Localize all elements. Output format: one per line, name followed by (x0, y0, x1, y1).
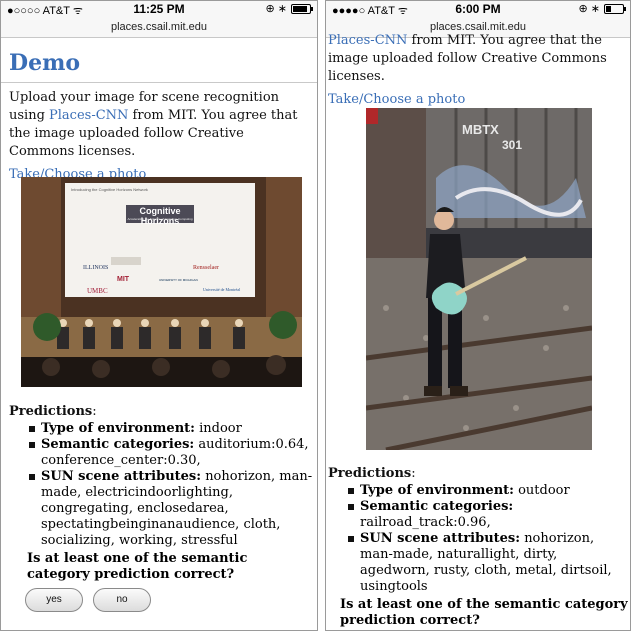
prediction-environment: Type of environment: indoor (29, 421, 313, 437)
slide-logo-michigan: UNIVERSITY OF MICHIGAN (159, 278, 198, 282)
prediction-key: Type of environment: (41, 421, 195, 436)
prediction-semantic-categories: Semantic categories: railroad_track:0.96… (348, 499, 628, 531)
prediction-sun-attributes: SUN scene attributes: nohorizon, man-mad… (29, 469, 313, 549)
predictions-list: Type of environment: indoor Semantic cat… (9, 421, 313, 549)
feedback-buttons: yes no (25, 587, 313, 612)
page-title: Demo (1, 38, 317, 83)
slide-logo-umbc: UMBC (87, 287, 108, 295)
boxcar-number: 301 (502, 138, 523, 152)
predictions-section: Predictions: Type of environment: indoor… (9, 404, 313, 612)
slide-banner-title: Cognitive Horizons (139, 206, 181, 226)
yes-button[interactable]: yes (25, 588, 83, 612)
predictions-list: Type of environment: outdoor Semantic ca… (328, 483, 628, 595)
uploaded-photo-auditorium: Introducing the Cognitive Horizons Netwo… (21, 177, 302, 387)
prediction-value: railroad_track:0.96, (360, 515, 491, 530)
predictions-label: Predictions (328, 466, 412, 481)
phone-screenshot-left: ●○○○○ AT&T ᯤ 11:25 PM ⊕ ∗ places.csail.m… (0, 0, 318, 631)
prediction-value: outdoor (518, 483, 570, 498)
slide-logo-illinois: ILLINOIS (83, 265, 109, 271)
prediction-environment: Type of environment: outdoor (348, 483, 628, 499)
feedback-question: Is at least one of the semantic category… (27, 551, 248, 582)
prediction-semantic-categories: Semantic categories: auditorium:0.64, co… (29, 437, 313, 469)
slide-banner-subtitle: Accelerating the Science of Cognitive Co… (127, 217, 193, 221)
slide-logo-rensselaer: Rensselaer (193, 265, 219, 271)
prediction-sun-attributes: SUN scene attributes: nohorizon, man-mad… (348, 531, 628, 595)
railroad-scene (366, 108, 592, 450)
address-bar[interactable]: places.csail.mit.edu (1, 17, 317, 38)
intro-text: Upload your image for scene recognition … (1, 83, 317, 161)
slide-heading: Introducing the Cognitive Horizons Netwo… (71, 187, 148, 192)
page-content: Demo Upload your image for scene recogni… (1, 38, 317, 630)
prediction-key: SUN scene attributes: (41, 469, 202, 484)
intro-text: Places-CNN from MIT. You agree that the … (326, 26, 630, 86)
boxcar-lettering: MBTX (462, 122, 499, 137)
status-icons: ⊕ ∗ (265, 2, 313, 15)
feedback-question: Is at least one of the semantic category… (340, 597, 628, 628)
prediction-key: Type of environment: (360, 483, 514, 498)
slide-logo-mit: MIT (117, 276, 130, 283)
prediction-value: indoor (199, 421, 242, 436)
no-button[interactable]: no (93, 588, 151, 612)
lock-rotation-bluetooth-icon: ⊕ ∗ (265, 3, 288, 15)
page-content: Places-CNN from MIT. You agree that the … (326, 33, 630, 630)
uploaded-photo-railroad: MBTX 301 (366, 108, 592, 450)
slide-logo-montreal: Université de Montréal (203, 287, 241, 292)
predictions-label: Predictions (9, 404, 93, 419)
lock-rotation-bluetooth-icon: ⊕ ∗ (578, 3, 601, 15)
phone-screenshot-right: ●●●●○ AT&T ᯤ 6:00 PM ⊕ ∗ places.csail.mi… (325, 0, 631, 631)
prediction-key: SUN scene attributes: (360, 531, 521, 546)
places-cnn-link[interactable]: Places-CNN (49, 108, 128, 123)
status-bar: ●●●●○ AT&T ᯤ 6:00 PM ⊕ ∗ (326, 1, 630, 17)
battery-icon (291, 3, 313, 14)
status-bar: ●○○○○ AT&T ᯤ 11:25 PM ⊕ ∗ (1, 1, 317, 17)
places-cnn-link[interactable]: Places-CNN (328, 33, 407, 48)
battery-icon (604, 3, 626, 14)
prediction-key: Semantic categories: (41, 437, 195, 452)
prediction-key: Semantic categories: (360, 499, 514, 514)
predictions-section: Predictions: Type of environment: outdoo… (328, 466, 628, 628)
status-icons: ⊕ ∗ (578, 2, 626, 15)
take-choose-photo-link[interactable]: Take/Choose a photo (326, 86, 630, 107)
